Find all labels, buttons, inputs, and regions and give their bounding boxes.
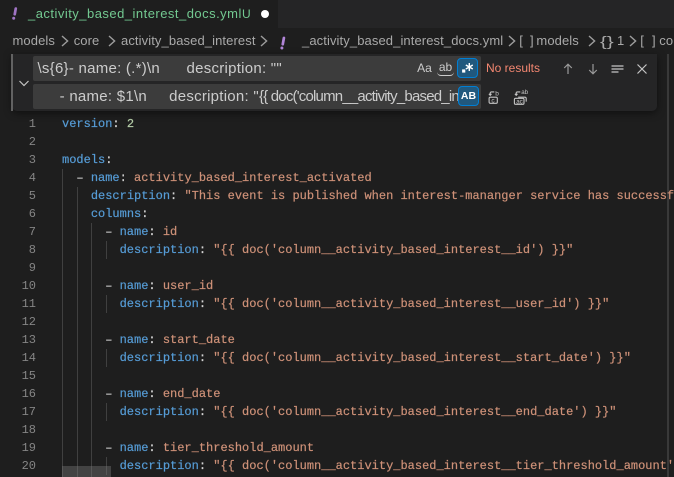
svg-text:ac: ac (516, 98, 523, 105)
svg-text:ab: ab (521, 89, 528, 96)
svg-text:b: b (495, 91, 499, 98)
